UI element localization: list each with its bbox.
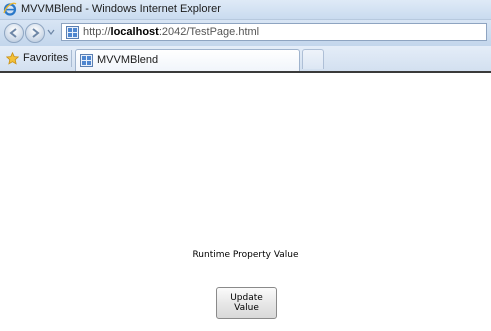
url-suffix: :2042/TestPage.html — [158, 26, 260, 38]
url-prefix: http:// — [83, 26, 111, 38]
ie-logo-icon — [3, 2, 17, 16]
page-content: Runtime Property Value Update Value — [0, 73, 491, 331]
new-tab-button[interactable] — [302, 49, 324, 69]
star-icon — [6, 52, 19, 65]
url-host: localhost — [110, 26, 159, 38]
update-value-button[interactable]: Update Value — [216, 287, 277, 319]
window-title: MVVMBlend - Windows Internet Explorer — [21, 3, 221, 15]
tab-bar: Favorites MVVMBlend — [0, 46, 491, 73]
forward-button[interactable] — [25, 23, 45, 43]
recent-pages-dropdown-icon[interactable] — [47, 28, 55, 36]
back-arrow-icon — [9, 28, 17, 38]
address-bar[interactable]: http://localhost:2042/TestPage.html — [61, 23, 487, 41]
toolbar-divider — [71, 50, 72, 67]
url-text[interactable]: http://localhost:2042/TestPage.html — [83, 26, 259, 38]
tab-page-icon — [80, 54, 93, 67]
runtime-property-label: Runtime Property Value — [192, 250, 299, 260]
tab-mvvmblend[interactable]: MVVMBlend — [75, 49, 300, 71]
back-button[interactable] — [4, 23, 24, 43]
page-icon — [66, 26, 79, 39]
forward-arrow-icon — [32, 28, 40, 38]
favorites-label: Favorites — [23, 52, 69, 64]
navigation-bar: http://localhost:2042/TestPage.html — [0, 20, 491, 46]
title-bar: MVVMBlend - Windows Internet Explorer — [0, 0, 491, 20]
tab-label: MVVMBlend — [97, 54, 159, 66]
browser-window: MVVMBlend - Windows Internet Explorer ht — [0, 0, 491, 331]
